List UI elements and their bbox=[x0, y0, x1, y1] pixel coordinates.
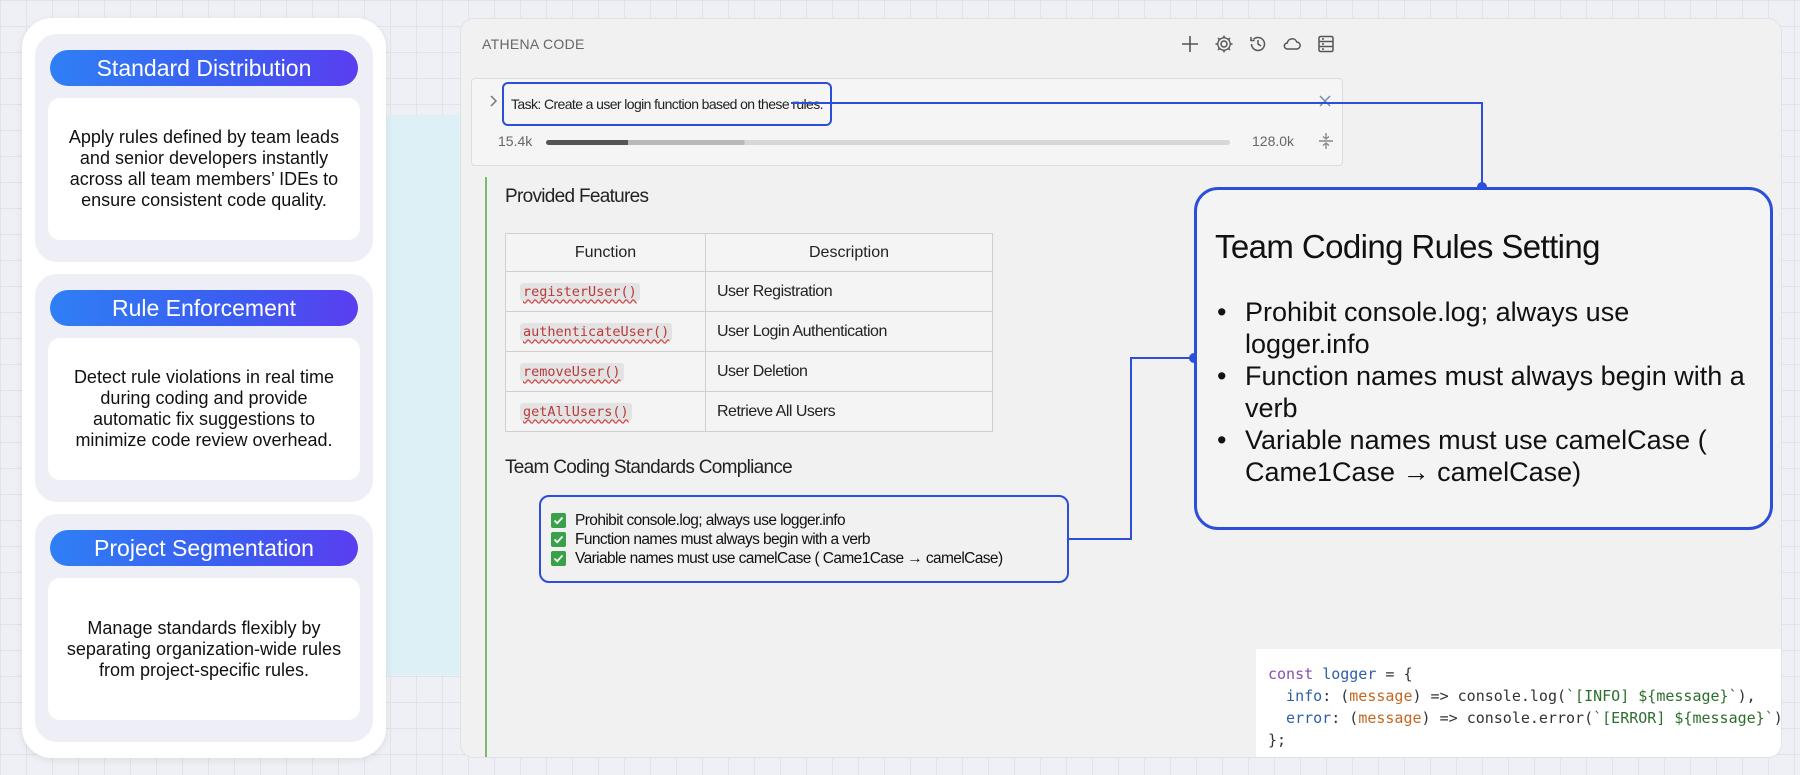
rules-setting-title: Team Coding Rules Setting bbox=[1215, 228, 1600, 265]
checklist-item: Function names must always begin with a … bbox=[551, 530, 1067, 549]
rules-setting-box: Team Coding Rules Setting Prohibit conso… bbox=[1194, 187, 1773, 530]
compliance-title: Team Coding Standards Compliance bbox=[505, 457, 793, 478]
feature-project-segmentation: Project Segmentation Manage standards fl… bbox=[35, 514, 373, 742]
table-row: authenticateUser() User Login Authentica… bbox=[505, 311, 993, 352]
task-text[interactable]: Task: Create a user login function based… bbox=[502, 82, 832, 126]
checkbox-checked-icon[interactable] bbox=[551, 513, 566, 528]
feature-title-pill: Project Segmentation bbox=[50, 530, 358, 566]
function-name[interactable]: removeUser() bbox=[520, 362, 624, 381]
context-progress-bar bbox=[546, 140, 1230, 145]
table-header-row: Function Description bbox=[505, 233, 993, 272]
description-cell: User Registration bbox=[705, 271, 993, 312]
code-call: console.log bbox=[1457, 687, 1557, 705]
code-keyword: const bbox=[1268, 665, 1314, 683]
ide-panel: ATHENA CODE Task: Create a user login fu… bbox=[460, 18, 1782, 758]
table-row: getAllUsers() Retrieve All Users bbox=[505, 391, 993, 432]
table-row: removeUser() User Deletion bbox=[505, 351, 993, 392]
function-name[interactable]: getAllUsers() bbox=[520, 402, 632, 421]
function-cell: removeUser() bbox=[505, 351, 706, 392]
function-cell: registerUser() bbox=[505, 271, 706, 312]
compress-icon[interactable] bbox=[1318, 132, 1334, 150]
code-variable: logger bbox=[1322, 665, 1377, 683]
rule-item: Variable names must use camelCase ( Came… bbox=[1215, 424, 1750, 488]
feature-card: Standard Distribution Apply rules define… bbox=[22, 18, 386, 758]
checkbox-checked-icon[interactable] bbox=[551, 551, 566, 566]
feature-description: Apply rules defined by team leads and se… bbox=[48, 98, 360, 240]
checklist-label: Variable names must use camelCase ( Came… bbox=[575, 549, 1003, 567]
timeline-line bbox=[485, 177, 487, 757]
description-cell: User Deletion bbox=[705, 351, 993, 392]
code-text: }; bbox=[1268, 731, 1287, 749]
code-param: message bbox=[1358, 709, 1422, 727]
task-prompt-box: Task: Create a user login function based… bbox=[471, 78, 1343, 166]
database-icon[interactable] bbox=[1315, 33, 1337, 55]
description-cell: User Login Authentication bbox=[705, 311, 993, 352]
tokens-max: 128.0k bbox=[1252, 133, 1295, 149]
code-param: message bbox=[1349, 687, 1413, 705]
feature-description: Detect rule violations in real time duri… bbox=[48, 338, 360, 480]
checklist-item: Variable names must use camelCase ( Came… bbox=[551, 549, 1067, 568]
feature-description: Manage standards flexibly by separating … bbox=[48, 578, 360, 720]
checklist-label: Prohibit console.log; always use logger.… bbox=[575, 511, 846, 529]
code-snippet: const logger = { info: (message) => cons… bbox=[1256, 649, 1781, 757]
plus-icon[interactable] bbox=[1179, 33, 1201, 55]
code-key: info bbox=[1268, 687, 1323, 705]
function-cell: getAllUsers() bbox=[505, 391, 706, 432]
gear-icon[interactable] bbox=[1213, 33, 1235, 55]
feature-title-pill: Standard Distribution bbox=[50, 50, 358, 86]
code-text: = { bbox=[1376, 665, 1413, 683]
rules-list: Prohibit console.log; always use logger.… bbox=[1215, 296, 1750, 488]
tokens-used: 15.4k bbox=[498, 133, 533, 149]
function-cell: authenticateUser() bbox=[505, 311, 706, 352]
code-string: `[ERROR] ${message}` bbox=[1593, 709, 1774, 727]
code-call: console.error bbox=[1466, 709, 1585, 727]
feature-title-pill: Rule Enforcement bbox=[50, 290, 358, 326]
checkbox-checked-icon[interactable] bbox=[551, 532, 566, 547]
provided-features-title: Provided Features bbox=[505, 186, 649, 207]
progress-fill bbox=[546, 140, 1230, 145]
panel-bridge-decoration bbox=[385, 115, 465, 675]
checklist-item: Prohibit console.log; always use logger.… bbox=[551, 511, 1067, 530]
toolbar bbox=[1179, 33, 1337, 55]
function-name[interactable]: authenticateUser() bbox=[520, 322, 673, 341]
column-header-function: Function bbox=[505, 233, 706, 272]
column-header-description: Description bbox=[705, 233, 993, 272]
history-icon[interactable] bbox=[1247, 33, 1269, 55]
feature-rule-enforcement: Rule Enforcement Detect rule violations … bbox=[35, 274, 373, 502]
feature-standard-distribution: Standard Distribution Apply rules define… bbox=[35, 34, 373, 262]
compliance-checklist: Prohibit console.log; always use logger.… bbox=[539, 495, 1069, 583]
features-table: Function Description registerUser() User… bbox=[505, 233, 993, 432]
chevron-right-icon[interactable] bbox=[488, 94, 500, 108]
function-name[interactable]: registerUser() bbox=[520, 282, 640, 301]
table-row: registerUser() User Registration bbox=[505, 271, 993, 312]
app-title: ATHENA CODE bbox=[482, 36, 585, 52]
rule-item: Function names must always begin with a … bbox=[1215, 360, 1750, 424]
code-key: error bbox=[1268, 709, 1332, 727]
close-icon[interactable] bbox=[1318, 94, 1332, 108]
cloud-icon[interactable] bbox=[1281, 33, 1303, 55]
description-cell: Retrieve All Users bbox=[705, 391, 993, 432]
checklist-label: Function names must always begin with a … bbox=[575, 530, 871, 548]
rule-item: Prohibit console.log; always use logger.… bbox=[1215, 296, 1750, 360]
code-string: `[INFO] ${message}` bbox=[1566, 687, 1738, 705]
